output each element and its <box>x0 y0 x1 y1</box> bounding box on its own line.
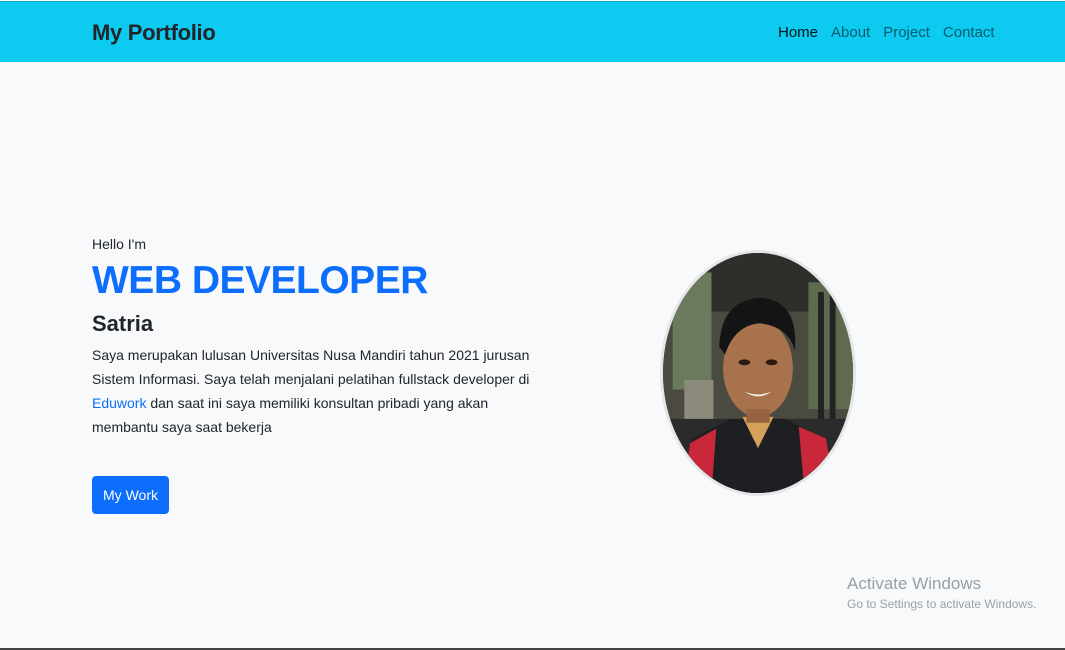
nav-links: Home About Project Contact <box>778 24 995 41</box>
navbar-brand[interactable]: My Portfolio <box>92 20 216 46</box>
windows-activation-watermark: Activate Windows Go to Settings to activ… <box>847 574 1036 611</box>
profile-photo <box>660 250 856 496</box>
nav-link-about[interactable]: About <box>831 24 870 41</box>
hero-greeting: Hello I'm <box>92 236 147 252</box>
hero-name: Satria <box>92 310 154 336</box>
profile-photo-illustration <box>663 253 853 493</box>
nav-link-contact[interactable]: Contact <box>943 24 995 41</box>
hero-role-title: WEB DEVELOPER <box>92 259 428 302</box>
hero-bio: Saya merupakan lulusan Universitas Nusa … <box>92 343 532 439</box>
eduwork-link[interactable]: Eduwork <box>92 395 146 411</box>
my-work-button[interactable]: My Work <box>92 476 169 514</box>
nav-link-home[interactable]: Home <box>778 24 818 41</box>
bio-text-start: Saya merupakan lulusan Universitas Nusa … <box>92 347 530 388</box>
hero-text: Hello I'm WEB DEVELOPER Satria Saya meru… <box>92 236 532 439</box>
navbar: My Portfolio Home About Project Contact <box>0 1 1065 62</box>
bio-text-end: dan saat ini saya memiliki konsultan pri… <box>92 395 489 436</box>
watermark-title: Activate Windows <box>847 574 982 593</box>
watermark-subtitle: Go to Settings to activate Windows. <box>847 597 1037 611</box>
nav-link-project[interactable]: Project <box>883 24 930 41</box>
